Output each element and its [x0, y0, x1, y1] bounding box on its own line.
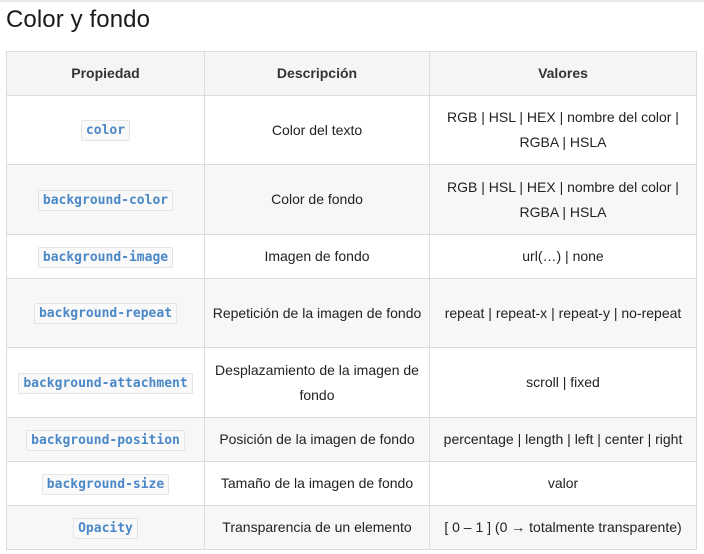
property-code: background-color — [37, 189, 174, 211]
values-cell: repeat | repeat-x | repeat-y | no-repeat — [429, 278, 697, 348]
property-cell: background-color — [6, 164, 205, 235]
property-cell: background-size — [6, 461, 205, 506]
description-cell: Color del texto — [204, 95, 430, 165]
property-code: Opacity — [73, 517, 138, 539]
values-cell: [ 0 – 1 ] (0 → totalmente transparente) — [429, 505, 697, 550]
property-code: color — [80, 120, 131, 141]
table-row: background-size Tamaño de la imagen de f… — [6, 461, 697, 506]
table-row: background-attachment Desplazamiento de … — [6, 347, 697, 418]
properties-table: Propiedad Descripción Valores color Colo… — [6, 51, 697, 550]
values-cell: percentage | length | left | center | ri… — [429, 417, 697, 462]
property-code: background-repeat — [33, 303, 178, 324]
values-cell: valor — [429, 461, 697, 506]
property-code: background-size — [41, 473, 170, 495]
column-header-property: Propiedad — [6, 51, 205, 96]
property-cell: color — [6, 95, 205, 165]
property-cell: background-repeat — [6, 278, 205, 348]
table-body: color Color del texto RGB | HSL | HEX | … — [6, 95, 697, 550]
table-row: color Color del texto RGB | HSL | HEX | … — [6, 95, 697, 165]
values-cell: RGB | HSL | HEX | nombre del color | RGB… — [429, 95, 697, 165]
table-header: Propiedad Descripción Valores — [6, 51, 697, 96]
page-title: Color y fondo — [6, 6, 151, 33]
description-cell: Repetición de la imagen de fondo — [204, 278, 430, 348]
property-code: background-position — [26, 429, 185, 451]
column-header-values: Valores — [429, 51, 697, 96]
property-cell: background-image — [6, 234, 205, 279]
description-cell: Posición de la imagen de fondo — [204, 417, 430, 462]
table-row: background-color Color de fondo RGB | HS… — [6, 164, 697, 235]
property-cell: Opacity — [6, 505, 205, 550]
values-cell: scroll | fixed — [429, 347, 697, 418]
values-cell: RGB | HSL | HEX | nombre del color | RGB… — [429, 164, 697, 235]
values-cell: url(…) | none — [429, 234, 697, 279]
table-row: background-image Imagen de fondo url(…) … — [6, 234, 697, 279]
description-cell: Transparencia de un elemento — [204, 505, 430, 550]
header-row: Propiedad Descripción Valores — [6, 51, 697, 96]
table-row: background-repeat Repetición de la image… — [6, 278, 697, 348]
description-cell: Color de fondo — [204, 164, 430, 235]
table-row: background-position Posición de la image… — [6, 417, 697, 462]
property-cell: background-attachment — [6, 347, 205, 418]
property-code: background-attachment — [18, 372, 193, 394]
description-cell: Tamaño de la imagen de fondo — [204, 461, 430, 506]
property-cell: background-position — [6, 417, 205, 462]
description-cell: Desplazamiento de la imagen de fondo — [204, 347, 430, 418]
table-row: Opacity Transparencia de un elemento [ 0… — [6, 505, 697, 550]
property-code: background-image — [37, 246, 174, 268]
description-cell: Imagen de fondo — [204, 234, 430, 279]
top-divider — [0, 0, 704, 2]
column-header-description: Descripción — [204, 51, 430, 96]
